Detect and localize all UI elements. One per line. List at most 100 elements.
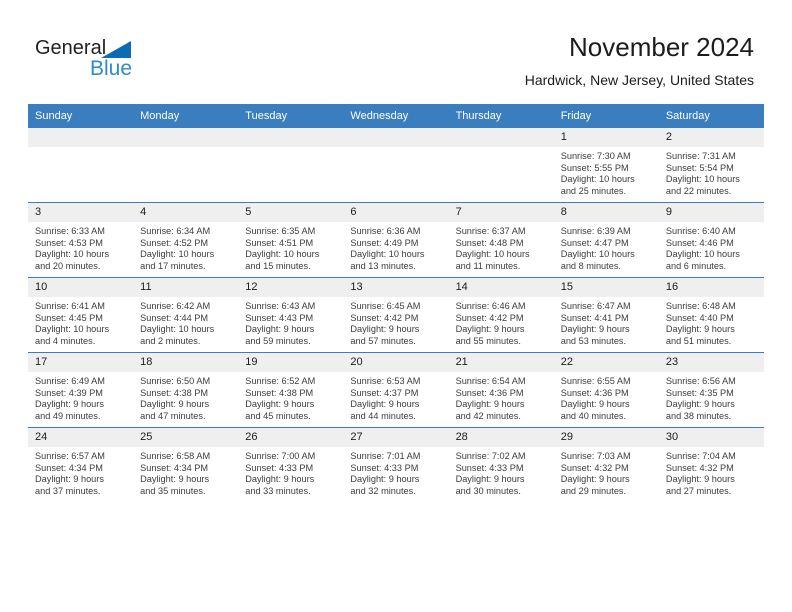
daylight-text-line2: and 11 minutes. (455, 260, 521, 271)
calendar-day-cell[interactable]: 5 Sunrise: 6:35 AM Sunset: 4:51 PM Daylight… (238, 202, 344, 278)
calendar-day-cell[interactable]: 20 Sunrise: 6:53 AM Sunset: 4:37 PM Dayligh… (343, 352, 449, 428)
sunrise-text: Sunrise: 6:36 AM (350, 226, 421, 236)
daylight-text-line1: Daylight: 9 hours (455, 399, 525, 410)
weekday-header-monday: Monday (133, 104, 239, 128)
daylight-text-line1: Daylight: 9 hours (350, 324, 420, 335)
calendar-day-cell[interactable]: 22 Sunrise: 6:55 AM Sunset: 4:36 PM Dayligh… (553, 352, 659, 428)
calendar-day-cell[interactable]: 3 Sunrise: 6:33 AM Sunset: 4:53 PM Daylight… (28, 202, 134, 278)
calendar-day-cell[interactable]: 7 Sunrise: 6:37 AM Sunset: 4:48 PM Daylight… (448, 202, 554, 278)
daylight-text-line2: and 57 minutes. (350, 335, 416, 346)
day-number: 25 (133, 428, 239, 447)
day-number: 12 (238, 278, 344, 297)
calendar-day-cell[interactable]: 10 Sunrise: 6:41 AM Sunset: 4:45 PM Dayligh… (28, 277, 134, 353)
calendar-day-cell-empty (448, 128, 554, 203)
day-number (28, 128, 134, 147)
calendar-day-cell[interactable]: 15 Sunrise: 6:47 AM Sunset: 4:41 PM Dayligh… (553, 277, 659, 353)
daylight-text-line1: Daylight: 9 hours (665, 474, 735, 485)
calendar-day-cell[interactable]: 24 Sunrise: 6:57 AM Sunset: 4:34 PM Dayligh… (28, 427, 134, 502)
sunrise-text: Sunrise: 7:02 AM (455, 451, 526, 461)
calendar-day-cell-empty (343, 128, 449, 203)
daylight-text-line1: Daylight: 9 hours (455, 324, 525, 335)
day-details (343, 147, 448, 151)
calendar-week-row: 1 Sunrise: 7:30 AM Sunset: 5:55 PM Daylight… (28, 128, 764, 203)
day-number: 17 (28, 353, 134, 372)
calendar-day-cell[interactable]: 9 Sunrise: 6:40 AM Sunset: 4:46 PM Daylight… (658, 202, 764, 278)
calendar-body: 1 Sunrise: 7:30 AM Sunset: 5:55 PM Daylight… (28, 128, 764, 502)
calendar-day-cell[interactable]: 25 Sunrise: 6:58 AM Sunset: 4:34 PM Dayligh… (133, 427, 239, 502)
calendar-day-cell[interactable]: 26 Sunrise: 7:00 AM Sunset: 4:33 PM Dayligh… (238, 427, 344, 502)
day-details: Sunrise: 6:36 AM Sunset: 4:49 PM Daylight:… (343, 222, 448, 272)
sunset-text: Sunset: 4:42 PM (350, 312, 419, 323)
sunset-text: Sunset: 4:33 PM (455, 462, 524, 473)
daylight-text-line1: Daylight: 10 hours (560, 249, 635, 260)
sunset-text: Sunset: 4:52 PM (140, 237, 209, 248)
day-details (449, 147, 554, 151)
day-details: Sunrise: 6:45 AM Sunset: 4:42 PM Daylight:… (343, 297, 448, 347)
calendar-day-cell[interactable]: 30 Sunrise: 7:04 AM Sunset: 4:32 PM Dayligh… (658, 427, 764, 502)
day-number: 28 (448, 428, 554, 447)
calendar-day-cell[interactable]: 11 Sunrise: 6:42 AM Sunset: 4:44 PM Dayligh… (133, 277, 239, 353)
calendar-day-cell[interactable]: 13 Sunrise: 6:45 AM Sunset: 4:42 PM Dayligh… (343, 277, 449, 353)
daylight-text-line2: and 6 minutes. (665, 260, 727, 271)
calendar-day-cell[interactable]: 18 Sunrise: 6:50 AM Sunset: 4:38 PM Dayligh… (133, 352, 239, 428)
calendar-page: General Blue November 2024 Hardwick, New… (0, 0, 792, 612)
sunrise-text: Sunrise: 6:53 AM (350, 376, 421, 386)
calendar-day-cell[interactable]: 6 Sunrise: 6:36 AM Sunset: 4:49 PM Daylight… (343, 202, 449, 278)
calendar-day-cell[interactable]: 2 Sunrise: 7:31 AM Sunset: 5:54 PM Daylight… (658, 128, 764, 203)
calendar-day-cell[interactable]: 4 Sunrise: 6:34 AM Sunset: 4:52 PM Daylight… (133, 202, 239, 278)
daylight-text-line1: Daylight: 9 hours (35, 399, 104, 410)
calendar-week-row: 24 Sunrise: 6:57 AM Sunset: 4:34 PM Dayligh… (28, 427, 764, 502)
day-details: Sunrise: 6:57 AM Sunset: 4:34 PM Daylight:… (28, 447, 133, 497)
day-details: Sunrise: 6:43 AM Sunset: 4:43 PM Daylight:… (238, 297, 343, 347)
daylight-text-line1: Daylight: 9 hours (140, 399, 210, 410)
calendar-day-cell[interactable]: 27 Sunrise: 7:01 AM Sunset: 4:33 PM Dayligh… (343, 427, 449, 502)
calendar-day-cell[interactable]: 23 Sunrise: 6:56 AM Sunset: 4:35 PM Dayligh… (658, 352, 764, 428)
calendar-day-cell[interactable]: 21 Sunrise: 6:54 AM Sunset: 4:36 PM Dayligh… (448, 352, 554, 428)
sunrise-text: Sunrise: 6:58 AM (140, 451, 211, 461)
sunrise-text: Sunrise: 6:49 AM (35, 376, 105, 386)
weekday-header-thursday: Thursday (448, 104, 554, 128)
daylight-text-line2: and 32 minutes. (350, 485, 416, 496)
sunset-text: Sunset: 4:40 PM (665, 312, 734, 323)
calendar-day-cell[interactable]: 29 Sunrise: 7:03 AM Sunset: 4:32 PM Dayligh… (553, 427, 659, 502)
sunrise-text: Sunrise: 6:54 AM (455, 376, 526, 386)
calendar-table: Sunday Monday Tuesday Wednesday Thursday… (28, 104, 764, 502)
sunrise-text: Sunrise: 6:35 AM (245, 226, 316, 236)
sunrise-text: Sunrise: 6:39 AM (560, 226, 631, 236)
day-details: Sunrise: 6:34 AM Sunset: 4:52 PM Daylight:… (133, 222, 238, 272)
sunset-text: Sunset: 4:39 PM (35, 387, 103, 398)
sunset-text: Sunset: 4:34 PM (35, 462, 103, 473)
calendar-day-cell[interactable]: 8 Sunrise: 6:39 AM Sunset: 4:47 PM Daylight… (553, 202, 659, 278)
sunset-text: Sunset: 4:36 PM (455, 387, 524, 398)
daylight-text-line1: Daylight: 10 hours (35, 249, 110, 260)
sunrise-text: Sunrise: 6:42 AM (140, 301, 211, 311)
calendar-day-cell[interactable]: 14 Sunrise: 6:46 AM Sunset: 4:42 PM Dayligh… (448, 277, 554, 353)
calendar-day-cell[interactable]: 1 Sunrise: 7:30 AM Sunset: 5:55 PM Daylight… (553, 128, 659, 203)
sunrise-text: Sunrise: 7:31 AM (665, 151, 736, 161)
sunset-text: Sunset: 4:38 PM (140, 387, 209, 398)
sunrise-text: Sunrise: 6:43 AM (245, 301, 316, 311)
daylight-text-line2: and 25 minutes. (560, 185, 627, 196)
day-number (238, 128, 344, 147)
sunrise-text: Sunrise: 6:46 AM (455, 301, 526, 311)
calendar-day-cell[interactable]: 17 Sunrise: 6:49 AM Sunset: 4:39 PM Dayligh… (28, 352, 134, 428)
general-blue-logo[interactable]: General Blue (35, 37, 235, 87)
day-number: 2 (658, 128, 764, 147)
sunset-text: Sunset: 4:49 PM (350, 237, 419, 248)
calendar-day-cell[interactable]: 28 Sunrise: 7:02 AM Sunset: 4:33 PM Dayligh… (448, 427, 554, 502)
day-number: 6 (343, 203, 449, 222)
sunrise-text: Sunrise: 6:33 AM (35, 226, 105, 236)
page-title: November 2024 (569, 32, 754, 62)
daylight-text-line2: and 8 minutes. (560, 260, 621, 271)
weekday-header-wednesday: Wednesday (343, 104, 449, 128)
day-number: 21 (448, 353, 554, 372)
sunset-text: Sunset: 4:37 PM (350, 387, 419, 398)
calendar-day-cell[interactable]: 19 Sunrise: 6:52 AM Sunset: 4:38 PM Dayligh… (238, 352, 344, 428)
daylight-text-line2: and 55 minutes. (455, 335, 521, 346)
daylight-text-line2: and 33 minutes. (245, 485, 311, 496)
calendar-day-cell[interactable]: 12 Sunrise: 6:43 AM Sunset: 4:43 PM Dayligh… (238, 277, 344, 353)
day-details (133, 147, 238, 151)
weekday-header-tuesday: Tuesday (238, 104, 344, 128)
calendar-day-cell[interactable]: 16 Sunrise: 6:48 AM Sunset: 4:40 PM Dayligh… (658, 277, 764, 353)
day-number: 9 (658, 203, 764, 222)
